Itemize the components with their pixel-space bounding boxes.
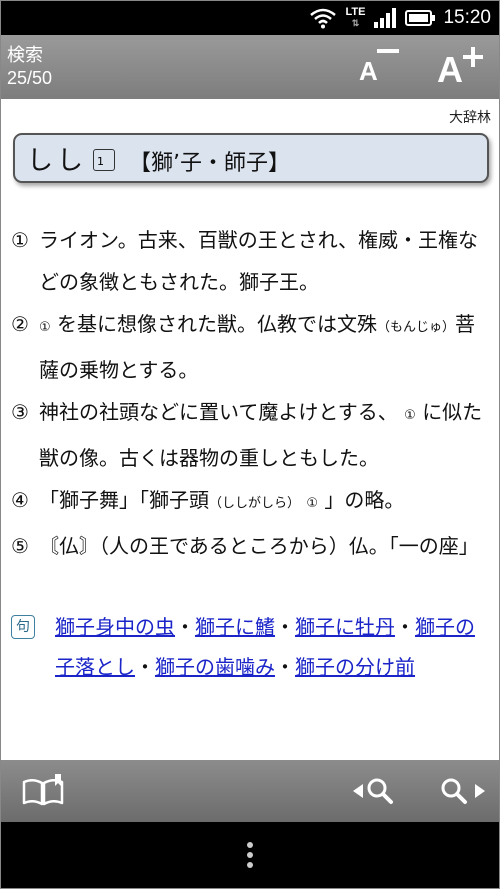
next-search-button[interactable] <box>435 772 491 810</box>
dot <box>247 842 253 848</box>
app-screen: LTE ⇅ 15:20 検索 25/50 A A 大辞林 しし 1 【獅ʼ子・師… <box>0 0 500 889</box>
separator: ・ <box>395 615 415 639</box>
bottom-toolbar <box>1 760 499 822</box>
entry-content[interactable]: 大辞林 しし 1 【獅ʼ子・師子】 ① ライオン。古来、百獣の王とされ、権威・王… <box>1 99 499 760</box>
font-size-decrease-button[interactable]: A <box>355 45 405 91</box>
app-header: 検索 25/50 A A <box>1 35 499 99</box>
reading-note: （ししがしら） <box>209 496 301 511</box>
font-size-increase-icon: A <box>437 49 463 90</box>
idiom-label: 句 <box>11 615 35 639</box>
definition-item: ⑤ 〘仏〙（人の王であるところから）仏。「一の座」 <box>11 525 489 567</box>
definition-text-a: 神社の社頭などに置いて魔よけとする、 <box>39 400 398 424</box>
definition-text: 「獅子舞」「獅子頭（ししがしら） ① 」の略。 <box>39 479 489 525</box>
network-indicator: LTE ⇅ <box>345 7 365 29</box>
definition-item: ④ 「獅子舞」「獅子頭（ししがしら） ① 」の略。 <box>11 479 489 525</box>
network-type: LTE <box>345 6 366 18</box>
previous-search-icon <box>353 778 393 804</box>
separator: ・ <box>275 615 295 639</box>
sense-reference: ① <box>404 408 416 423</box>
definition-item: ③ 神社の社頭などに置いて魔よけとする、 ① に似た獣の像。古くは器物の重しとも… <box>11 391 489 479</box>
definition-text: ライオン。古来、百獣の王とされ、権威・王権などの象徴ともされた。獅子王。 <box>39 228 478 294</box>
definition-text-a: 「獅子舞」「獅子頭 <box>39 488 209 512</box>
reading-note: （もんじゅ） <box>377 320 456 335</box>
headword-box: しし 1 【獅ʼ子・師子】 <box>13 133 489 183</box>
next-search-icon <box>441 778 485 804</box>
idiom-link[interactable]: 獅子の分け前 <box>295 655 415 679</box>
definition-number: ⑤ <box>11 534 29 558</box>
separator: ・ <box>135 655 155 679</box>
book-icon <box>22 774 64 806</box>
definition-item: ① ライオン。古来、百獣の王とされ、権威・王権などの象徴ともされた。獅子王。 <box>11 219 489 303</box>
font-size-decrease-icon: A <box>359 56 378 86</box>
definition-text: 〘仏〙（人の王であるところから）仏。「一の座」 <box>39 534 479 558</box>
sense-reference: ① <box>306 496 319 511</box>
system-nav-bar <box>1 822 499 888</box>
idioms-section: 句 獅子身中の虫・獅子に鰭・獅子に牡丹・獅子の子落とし・獅子の歯噛み・獅子の分け… <box>11 607 489 687</box>
sense-reference: ① <box>39 320 51 335</box>
status-bar: LTE ⇅ 15:20 <box>1 1 499 35</box>
battery-icon <box>405 10 436 26</box>
idiom-list: 獅子身中の虫・獅子に鰭・獅子に牡丹・獅子の子落とし・獅子の歯噛み・獅子の分け前 <box>55 607 489 687</box>
definition-number: ④ <box>11 488 29 512</box>
plus-glyph-v <box>471 47 475 67</box>
definition-text: 神社の社頭などに置いて魔よけとする、 ① に似た獣の像。古くは器物の重しともした… <box>39 391 489 479</box>
font-size-increase-button[interactable]: A <box>433 45 483 91</box>
dictionary-book-button[interactable] <box>21 772 65 810</box>
separator: ・ <box>175 615 195 639</box>
definition-text: ① を基に想像された獣。仏教では文殊（もんじゅ）菩薩の乗物とする。 <box>39 303 489 391</box>
idiom-link[interactable]: 獅子に鰭 <box>195 615 275 639</box>
headword-kanji: 【獅ʼ子・師子】 <box>129 151 290 176</box>
dot <box>247 862 253 868</box>
result-counter: 25/50 <box>7 68 53 88</box>
page-title: 検索 <box>7 45 43 65</box>
definition-item: ② ① を基に想像された獣。仏教では文殊（もんじゅ）菩薩の乗物とする。 <box>11 303 489 391</box>
status-icons: LTE ⇅ 15:20 <box>309 4 491 32</box>
dot <box>247 852 253 858</box>
homograph-number: 1 <box>93 149 115 171</box>
definitions: ① ライオン。古来、百獣の王とされ、権威・王権などの象徴ともされた。獅子王。 ②… <box>11 219 489 567</box>
dictionary-name: 大辞林 <box>449 110 491 126</box>
idiom-link[interactable]: 獅子に牡丹 <box>295 615 395 639</box>
minus-glyph <box>377 49 399 53</box>
definition-number: ② <box>11 312 29 336</box>
definition-text-a: を基に想像された獣。仏教では文殊 <box>57 312 378 336</box>
wifi-icon <box>310 8 337 29</box>
data-arrows-icon: ⇅ <box>351 18 360 28</box>
separator: ・ <box>275 655 295 679</box>
definition-number: ③ <box>11 400 29 424</box>
idiom-link[interactable]: 獅子身中の虫 <box>55 615 175 639</box>
definition-number: ① <box>11 228 29 252</box>
headword-reading: しし <box>27 146 88 176</box>
definition-text-b: 」の略。 <box>324 488 405 512</box>
clock: 15:20 <box>443 7 491 28</box>
overflow-menu-icon[interactable] <box>245 842 255 872</box>
signal-icon <box>374 8 397 28</box>
idiom-link[interactable]: 獅子の歯噛み <box>155 655 275 679</box>
previous-search-button[interactable] <box>347 772 403 810</box>
